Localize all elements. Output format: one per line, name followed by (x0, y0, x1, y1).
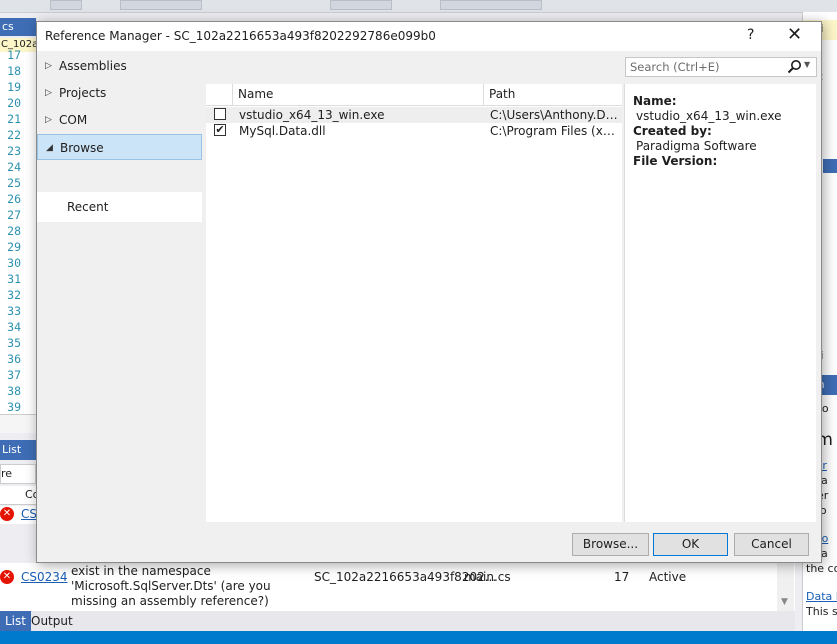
table-row[interactable]: vstudio_x64_13_win.exe C:\Users\Anthony.… (206, 107, 622, 123)
error-row[interactable]: ✕ CS (0, 506, 37, 524)
search-input[interactable] (626, 58, 792, 76)
error-list-header[interactable]: List (0, 440, 36, 460)
line-number: 23 (7, 144, 21, 158)
search-options-icon[interactable]: ▼ (804, 60, 810, 69)
expand-arrow-icon[interactable]: ▷ (45, 80, 52, 106)
toolbar-buttons[interactable] (330, 0, 392, 10)
reference-manager-dialog: Reference Manager - SC_102a2216653a493f8… (36, 21, 822, 563)
line-number: 35 (7, 336, 21, 350)
line-number: 30 (7, 256, 21, 270)
column-header-checkbox (206, 84, 233, 105)
column-header-name[interactable]: Name (233, 84, 484, 105)
row-path: C:\Users\Anthony.DES... (490, 108, 620, 122)
category-recent[interactable]: Recent (37, 192, 202, 222)
help-button[interactable]: ? (747, 27, 754, 43)
panel-link[interactable]: Data F (806, 590, 837, 603)
category-list: ▷ Assemblies ▷ Projects ▷ COM ◢ Browse R… (37, 51, 202, 222)
error-code-link[interactable]: CS0234 (21, 570, 68, 584)
toolbar-dropdown[interactable] (50, 0, 82, 10)
line-number: 32 (7, 288, 21, 302)
panel-text: This sa (806, 605, 837, 618)
toolbar-dropdown[interactable] (120, 0, 202, 10)
panel-text: the co (806, 562, 837, 575)
tab-output[interactable]: Output (26, 611, 78, 631)
error-state: Active (649, 570, 687, 584)
row-checkbox[interactable]: ✔ (214, 124, 226, 136)
expand-arrow-icon[interactable]: ▷ (45, 107, 52, 133)
category-label: Projects (59, 86, 107, 100)
selected-tree-item[interactable] (823, 159, 837, 173)
detail-name-value: vstudio_x64_13_win.exe (636, 109, 782, 123)
line-number: 37 (7, 368, 21, 382)
bottom-tab-strip: List Output (0, 611, 795, 631)
line-number-gutter: 17 18 19 20 21 22 23 24 25 26 27 28 29 30 31 32 33 34 35 36… (0, 48, 36, 414)
line-number: 33 (7, 304, 21, 318)
error-column-header: Co (0, 486, 39, 505)
browse-button[interactable]: Browse... (572, 533, 649, 556)
error-scope-dropdown[interactable]: re Solut (0, 464, 36, 498)
collapse-arrow-icon[interactable]: ◢ (46, 135, 53, 161)
line-number: 26 (7, 192, 21, 206)
category-assemblies[interactable]: ▷ Assemblies (37, 53, 202, 79)
line-number: 31 (7, 272, 21, 286)
table-row[interactable]: ✔ MySql.Data.dll C:\Program Files (x86).… (206, 123, 622, 139)
line-number: 36 (7, 352, 21, 366)
row-path: C:\Program Files (x86)... (490, 124, 620, 138)
ide-toolbar (0, 0, 837, 13)
error-icon: ✕ (0, 507, 14, 521)
details-pane: Name: vstudio_x64_13_win.exe Created by:… (624, 84, 816, 522)
row-name: vstudio_x64_13_win.exe (239, 108, 385, 122)
line-number: 21 (7, 112, 21, 126)
line-number: 19 (7, 80, 21, 94)
detail-created-by-value: Paradigma Software (636, 139, 757, 153)
search-icon[interactable] (786, 59, 804, 75)
line-number: 39 (7, 400, 21, 414)
status-bar (0, 631, 837, 644)
line-number: 17 (7, 48, 21, 62)
scroll-down-icon[interactable]: ▼ (781, 597, 788, 607)
column-header-path[interactable]: Path (484, 84, 622, 105)
category-browse[interactable]: ◢ Browse (37, 134, 202, 160)
error-file: main.cs (464, 570, 511, 584)
toolbar-buttons[interactable] (440, 0, 542, 10)
category-recent-label: Recent (67, 200, 109, 214)
expand-arrow-icon[interactable]: ▷ (45, 53, 52, 79)
error-list-scrollbar[interactable]: ▼ (777, 563, 794, 611)
category-com[interactable]: ▷ COM (37, 107, 202, 133)
line-number: 28 (7, 224, 21, 238)
dialog-titlebar[interactable]: Reference Manager - SC_102a2216653a493f8… (37, 22, 821, 51)
detail-created-by-label: Created by: (633, 124, 712, 138)
error-description: exist in the namespace 'Microsoft.SqlSer… (71, 564, 271, 608)
editor-dropdown[interactable] (0, 414, 36, 433)
category-label: Assemblies (59, 59, 127, 73)
line-number: 27 (7, 208, 21, 222)
error-row[interactable]: ✕ CS0234 exist in the namespace 'Microso… (0, 563, 795, 611)
detail-name-label: Name: (633, 94, 677, 108)
detail-file-version-label: File Version: (633, 154, 718, 168)
document-tab[interactable]: cs (0, 18, 36, 36)
dialog-title: Reference Manager - SC_102a2216653a493f8… (45, 29, 436, 43)
grid-header: Name Path (206, 84, 622, 106)
line-number: 20 (7, 96, 21, 110)
close-button[interactable]: ✕ (787, 24, 802, 45)
cancel-button[interactable]: Cancel (734, 533, 809, 556)
line-number: 25 (7, 176, 21, 190)
row-name: MySql.Data.dll (239, 124, 326, 138)
line-number: 29 (7, 240, 21, 254)
reference-grid: Name Path vstudio_x64_13_win.exe C:\User… (206, 84, 622, 522)
error-line: 17 (614, 570, 630, 584)
line-number: 24 (7, 160, 21, 174)
error-icon: ✕ (0, 570, 14, 584)
line-number: 22 (7, 128, 21, 142)
line-number: 34 (7, 320, 21, 334)
category-projects[interactable]: ▷ Projects (37, 80, 202, 106)
line-number: 18 (7, 64, 21, 78)
line-number: 38 (7, 384, 21, 398)
row-checkbox[interactable] (214, 108, 226, 120)
error-code-link[interactable]: CS (21, 507, 37, 521)
ok-button[interactable]: OK (653, 533, 728, 556)
category-label: COM (59, 113, 88, 127)
search-box[interactable]: ▼ (625, 57, 817, 77)
category-label: Browse (60, 141, 104, 155)
